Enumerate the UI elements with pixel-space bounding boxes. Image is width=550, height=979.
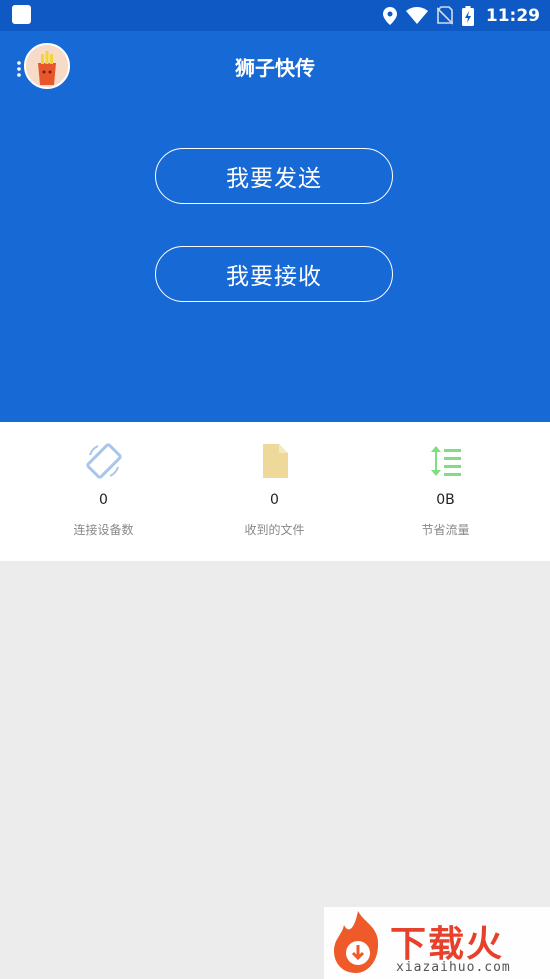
screen-rotation-icon: [84, 441, 124, 481]
status-icons: 11:29: [382, 3, 540, 28]
watermark-url: xiazaihuo.com: [396, 960, 511, 975]
file-icon: [255, 441, 295, 481]
battery-charging-icon: [461, 5, 474, 26]
stat-received-files: 0 收到的文件: [183, 422, 366, 561]
stat-label: 连接设备数: [73, 523, 134, 537]
stat-connected-devices: 0 连接设备数: [12, 422, 195, 561]
flame-logo-icon: [334, 911, 379, 973]
stat-value: 0: [270, 492, 279, 508]
location-icon: [382, 6, 397, 25]
stat-data-saved: 0B 节省流量: [354, 422, 537, 561]
sort-list-icon: [426, 441, 466, 481]
status-bar: 11:29: [0, 0, 550, 31]
receive-button[interactable]: 我要接收: [155, 246, 393, 302]
stats-panel: 0 连接设备数 0 收到的文件 0B 节省流量: [0, 422, 550, 561]
send-button[interactable]: 我要发送: [155, 148, 393, 204]
wifi-icon: [405, 7, 428, 24]
stat-label: 节省流量: [421, 523, 470, 537]
page-title: 狮子快传: [235, 56, 315, 80]
watermark: 下载火 xiazaihuo.com: [324, 907, 550, 979]
stat-value: 0: [99, 492, 108, 508]
notification-icon: [12, 5, 31, 24]
stat-label: 收到的文件: [244, 523, 305, 537]
status-time: 11:29: [485, 5, 540, 26]
stat-value: 0B: [436, 492, 455, 508]
no-sim-icon: [436, 6, 453, 25]
app-header: 狮子快传 我要发送 我要接收: [0, 31, 550, 422]
